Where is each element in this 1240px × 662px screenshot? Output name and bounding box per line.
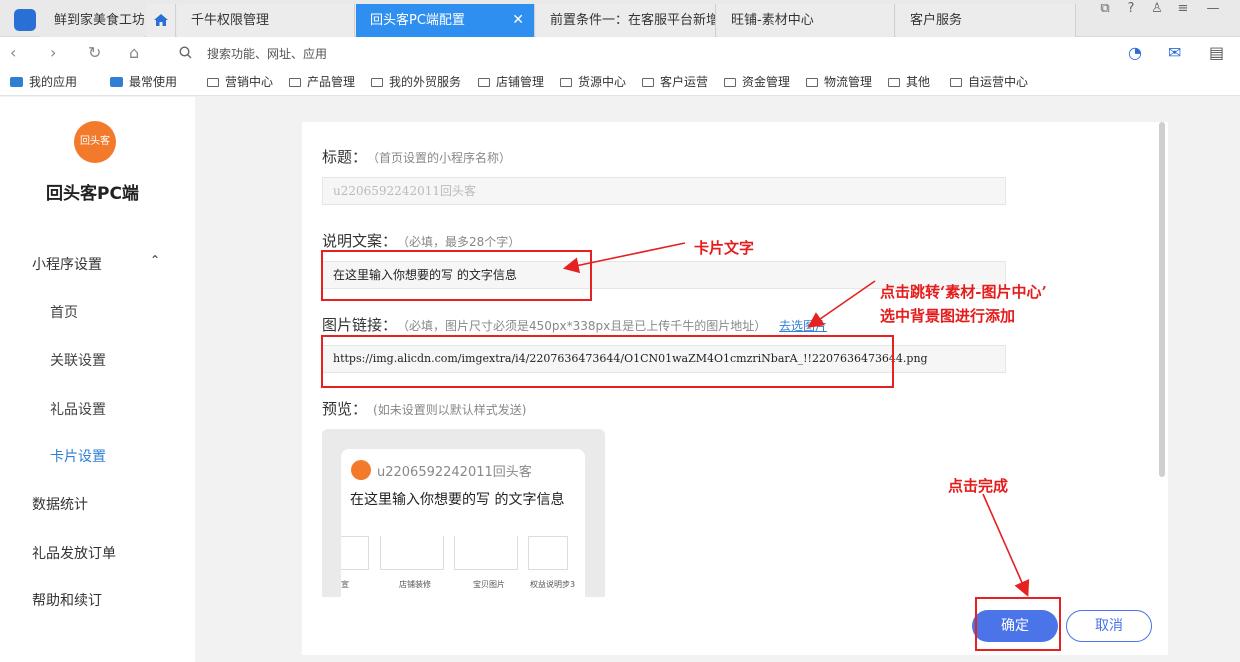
annotation-arrows [562,242,1030,597]
arrow-choose-image [807,280,876,328]
annotation-card-text: 卡片文字 [694,239,755,257]
annotation-finish: 点击完成 [948,477,1009,495]
annotation-material-line1: 点击跳转‘素材-图片中心’ [880,283,1047,301]
arrow-card-text [562,242,686,274]
annotation-material-line2: 选中背景图进行添加 [880,307,1016,325]
arrow-confirm [982,493,1030,597]
